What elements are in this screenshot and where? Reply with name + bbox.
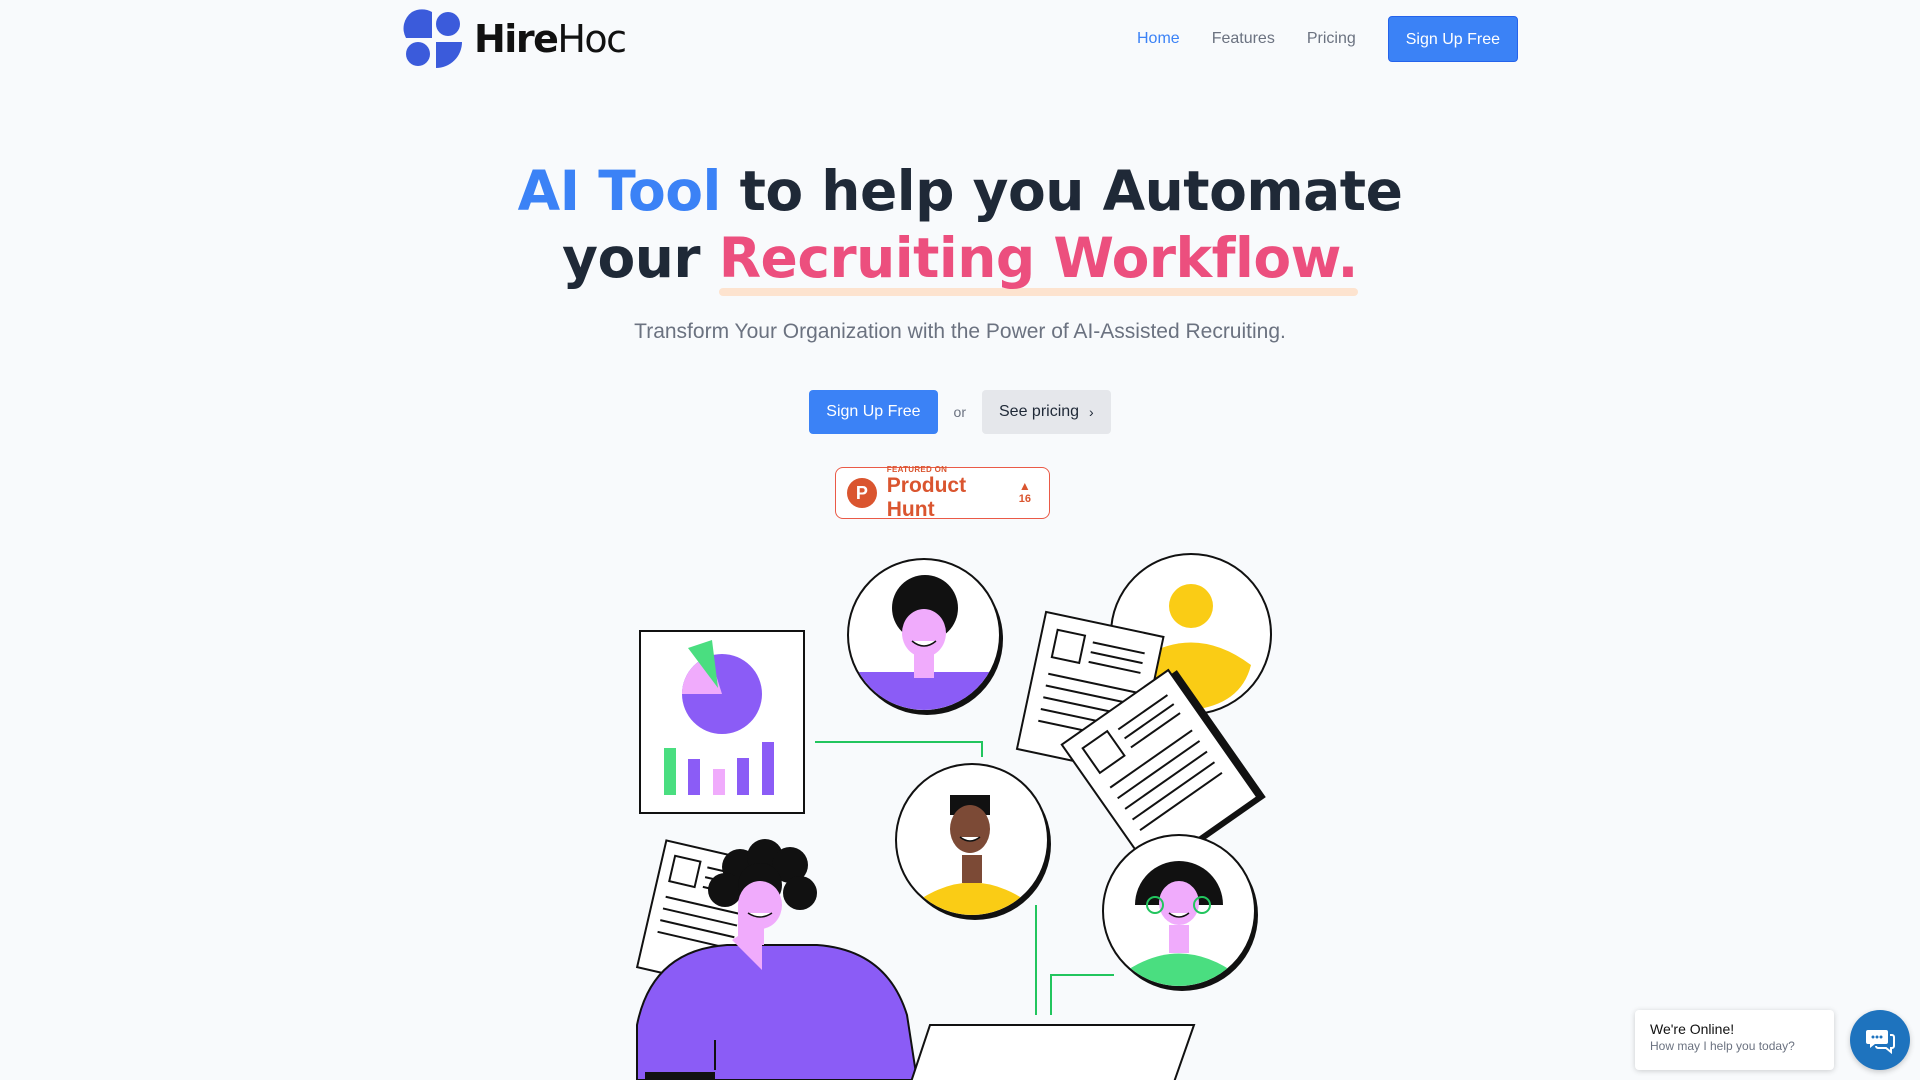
upvote-triangle-icon: ▲ [1018,479,1031,493]
nav-pricing[interactable]: Pricing [1307,30,1356,48]
chat-subtitle: How may I help you today? [1650,1039,1795,1053]
see-pricing-label: See pricing [999,403,1080,420]
product-hunt-votes: ▲ 16 [1019,480,1031,506]
nav-features[interactable]: Features [1212,30,1275,48]
chat-icon [1866,1030,1895,1055]
main-nav: Home Features Pricing Sign Up Free [1137,16,1518,62]
hero-title-highlight-1: AI Tool [517,159,722,223]
avatar-illustration-1 [847,558,1003,715]
laptop-illustration [910,1024,1196,1080]
chart-card-illustration [639,630,805,814]
avatar-illustration-3 [895,763,1051,920]
product-hunt-icon: P [847,478,877,508]
product-hunt-vote-count: 16 [1018,493,1031,505]
avatar-illustration-4 [1102,834,1258,991]
nav-signup-button[interactable]: Sign Up Free [1387,16,1518,62]
cta-separator: or [953,404,966,420]
chat-bubble[interactable]: We're Online! How may I help you today? [1635,1010,1834,1070]
chat-launcher-button[interactable] [1850,1010,1910,1070]
nav-home[interactable]: Home [1137,30,1180,48]
hirehoc-logo-icon [403,9,462,68]
hero-title-highlight-2: Recruiting Workflow. [718,226,1358,296]
hero-title: AI Tool to help you Automate your Recrui… [0,158,1920,296]
logo[interactable]: HireHoc [402,8,627,70]
hero-cta-row: Sign Up Free or See pricing › [0,390,1920,434]
hero-title-part-2: your [562,226,719,290]
hero-illustration [635,553,1272,1080]
product-hunt-badge[interactable]: P FEATURED ON Product Hunt ▲ 16 [835,465,1050,522]
hero-signup-button[interactable]: Sign Up Free [809,390,938,434]
product-hunt-name: Product Hunt [886,473,967,521]
brand-name: HireHoc [474,17,627,61]
product-hunt-text: FEATURED ON Product Hunt [887,465,1019,522]
product-hunt-featured-label: FEATURED ON [886,464,948,474]
chat-title: We're Online! [1650,1021,1735,1037]
hero-subtitle: Transform Your Organization with the Pow… [634,320,1286,343]
hero-title-part-1: to help you Automate [720,159,1403,223]
chevron-right-icon: › [1089,404,1094,420]
see-pricing-button[interactable]: See pricing › [982,390,1111,434]
